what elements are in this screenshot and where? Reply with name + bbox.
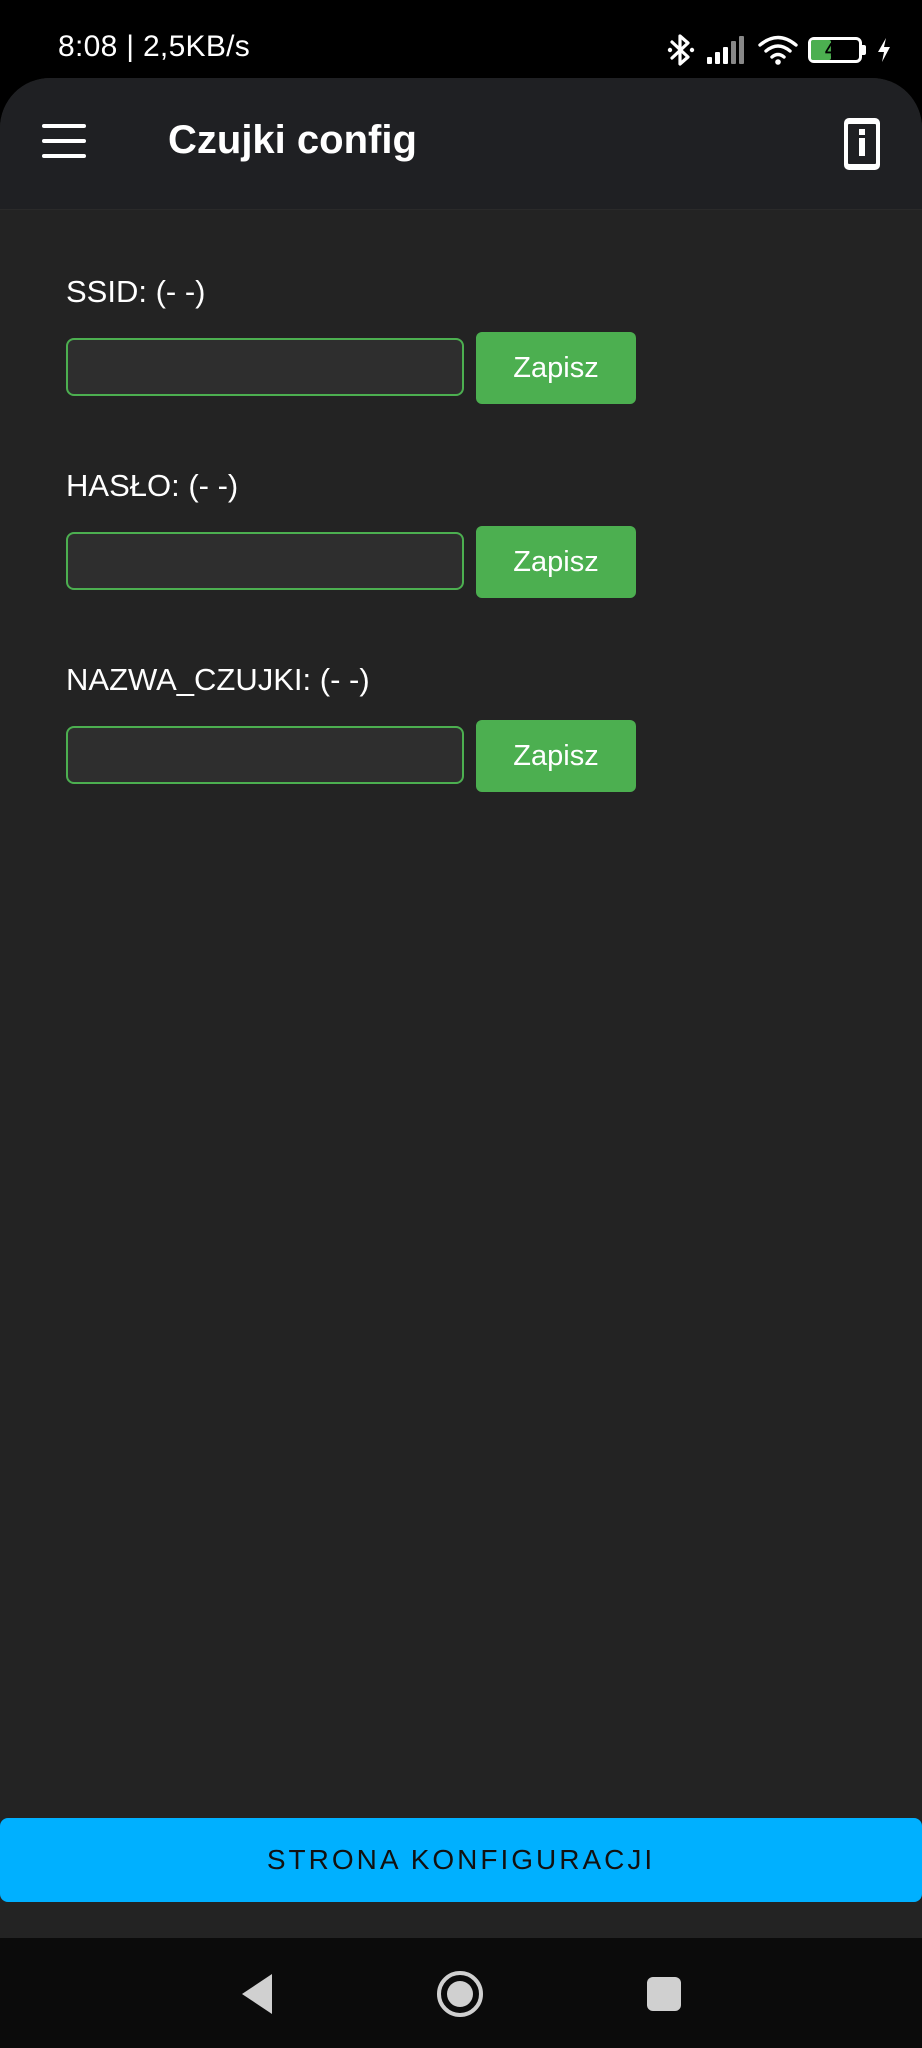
password-field-group: HASŁO: (- -) Zapisz	[66, 466, 866, 598]
sensor-name-label: NAZWA_CZUJKI: (- -)	[66, 662, 370, 697]
page-title: Czujki config	[168, 118, 417, 162]
menu-button[interactable]	[42, 124, 88, 160]
sensor-name-save-button[interactable]: Zapisz	[476, 720, 636, 792]
sensor-name-field-group: NAZWA_CZUJKI: (- -) Zapisz	[66, 660, 866, 792]
status-icons: 41	[666, 30, 892, 70]
home-button[interactable]	[434, 1968, 486, 2020]
home-icon	[437, 1971, 483, 2017]
ssid-row: Zapisz	[66, 332, 866, 404]
device-info-button[interactable]	[842, 116, 882, 172]
ssid-save-button[interactable]: Zapisz	[476, 332, 636, 404]
password-row: Zapisz	[66, 526, 866, 598]
ssid-input[interactable]	[66, 338, 464, 396]
back-icon	[242, 1974, 272, 2014]
password-input[interactable]	[66, 532, 464, 590]
config-page-button[interactable]: STRONA KONFIGURACJI	[0, 1818, 922, 1902]
wifi-icon	[758, 34, 798, 66]
recents-button[interactable]	[638, 1968, 690, 2020]
charging-icon	[876, 37, 892, 63]
battery-icon: 41	[808, 37, 866, 63]
app-container: Czujki config SSID: (- -) Zapisz HASŁO: …	[0, 78, 922, 1938]
sensor-name-row: Zapisz	[66, 720, 866, 792]
status-time-speed: 8:08 | 2,5KB/s	[58, 30, 251, 63]
recents-icon	[647, 1977, 681, 2011]
ssid-label: SSID: (- -)	[66, 274, 206, 309]
ssid-field-group: SSID: (- -) Zapisz	[66, 272, 866, 404]
bluetooth-icon	[666, 33, 696, 67]
signal-icon	[706, 35, 748, 65]
password-label: HASŁO: (- -)	[66, 468, 239, 503]
password-save-button[interactable]: Zapisz	[476, 526, 636, 598]
system-nav-bar	[0, 1938, 922, 2048]
status-bar: 8:08 | 2,5KB/s 41	[0, 0, 922, 80]
device-info-icon	[844, 118, 880, 170]
battery-level: 41	[824, 40, 846, 60]
back-button[interactable]	[232, 1968, 284, 2020]
app-bar: Czujki config	[0, 78, 922, 210]
hamburger-menu-icon	[42, 124, 86, 128]
sensor-name-input[interactable]	[66, 726, 464, 784]
